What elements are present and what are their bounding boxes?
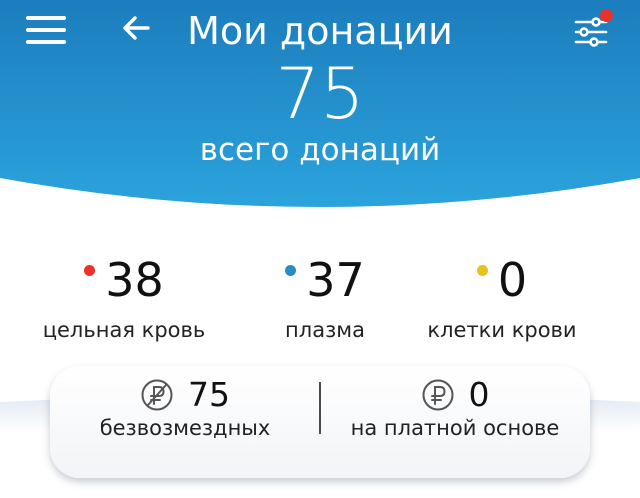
header: Мои донации 75 всего донаций xyxy=(0,0,640,230)
stat-value: 38 xyxy=(105,253,164,307)
stat-whole-blood[interactable]: 38 цельная кровь xyxy=(14,250,234,350)
plasma-dot xyxy=(285,264,297,276)
free-donations[interactable]: 75 безвозмездных xyxy=(50,366,320,466)
page-title: Мои донации xyxy=(187,9,453,53)
free-donations-value: 75 xyxy=(188,375,230,414)
stat-label: клетки крови xyxy=(427,318,577,342)
ruble-icon xyxy=(422,379,453,411)
stat-value: 37 xyxy=(306,253,365,307)
total-donations-label: всего донаций xyxy=(199,132,441,168)
filter-badge xyxy=(600,9,613,22)
stat-value: 0 xyxy=(497,253,528,307)
total-donations-count: 75 xyxy=(275,53,365,135)
no-ruble-icon xyxy=(141,379,173,411)
stat-label: цельная кровь xyxy=(42,318,206,342)
blood-cells-dot xyxy=(476,264,488,276)
stat-blood-cells[interactable]: 0 клетки крови xyxy=(392,250,612,350)
free-donations-label: безвозмездных xyxy=(99,416,271,440)
paid-donations-value: 0 xyxy=(468,375,490,414)
paid-donations[interactable]: 0 на платной основе xyxy=(320,366,590,466)
paid-donations-label: на платной основе xyxy=(350,416,560,440)
whole-blood-dot xyxy=(84,264,96,276)
donation-type-stats: 38 цельная кровь 37 плазма 0 клетки кров… xyxy=(0,250,640,350)
payment-summary-card: 75 безвозмездных 0 на платной основе xyxy=(50,366,590,478)
